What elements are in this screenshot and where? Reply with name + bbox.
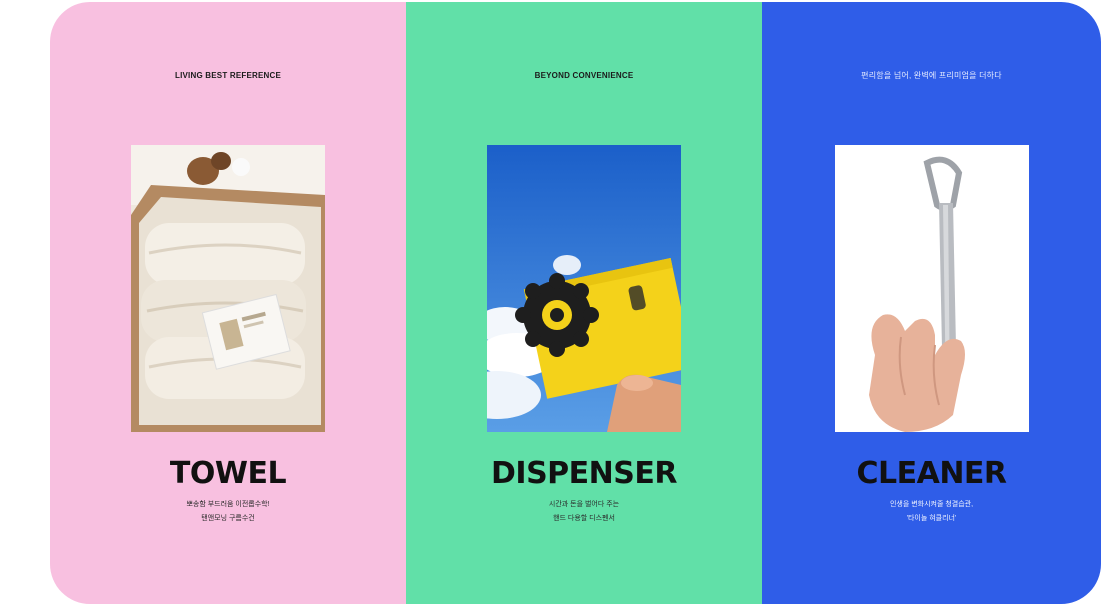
product-description: 인생을 변화시켜줄 청결습관, '타이놀 혀클리너' <box>890 498 973 526</box>
tagline: LIVING BEST REFERENCE <box>175 71 281 80</box>
description-line: 뽀송함 부드러움 이전롭수학! <box>186 501 270 508</box>
product-banner: LIVING BEST REFERENCE TOWEL 뽀송함 부드러움 이전롭… <box>50 2 1101 604</box>
tagline: BEYOND CONVENIENCE <box>534 71 634 80</box>
description-line: 탠앤모닝 구름수건 <box>201 515 255 522</box>
tongue-cleaner-photo <box>834 145 1029 432</box>
panel-dispenser[interactable]: BEYOND CONVENIENCE DISPENSER 시간과 돈을 벌어다 … <box>406 2 762 604</box>
folded-towels-photo <box>131 145 325 432</box>
description-line: 시간과 돈을 벌어다 주는 <box>548 501 620 508</box>
panel-towel[interactable]: LIVING BEST REFERENCE TOWEL 뽀송함 부드러움 이전롭… <box>50 2 406 604</box>
product-name: CLEANER <box>856 456 1007 491</box>
product-description: 뽀송함 부드러움 이전롭수학! 탠앤모닝 구름수건 <box>186 498 269 526</box>
panel-cleaner[interactable]: 편리함을 넘어, 완벽에 프리미엄을 더하다 CLEANER 인생을 변화시켜줄… <box>762 2 1101 604</box>
description-line: '타이놀 혀클리너' <box>906 515 957 522</box>
product-name: DISPENSER <box>491 456 677 491</box>
yellow-dispenser-photo <box>487 145 681 432</box>
description-line: 인생을 변화시켜줄 청결습관, <box>889 501 974 508</box>
description-line: 핸드 다용할 디스펜서 <box>553 515 615 522</box>
product-description: 시간과 돈을 벌어다 주는 핸드 다용할 디스펜서 <box>549 498 619 526</box>
tagline: 편리함을 넘어, 완벽에 프리미엄을 더하다 <box>861 71 1002 80</box>
product-name: TOWEL <box>169 456 287 491</box>
